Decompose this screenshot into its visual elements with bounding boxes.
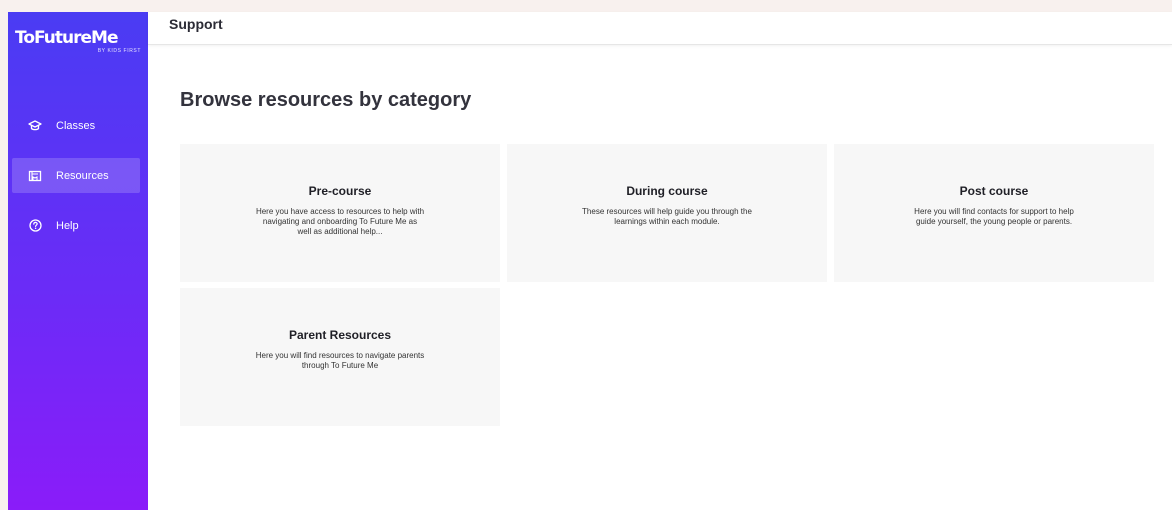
sidebar: ToFutureMe BY KIDS FIRST Classes Resourc… (8, 12, 148, 510)
brand-logo[interactable]: ToFutureMe BY KIDS FIRST (15, 28, 143, 54)
book-icon (28, 169, 42, 183)
category-card-during-course[interactable]: During course These resources will help … (507, 144, 827, 282)
card-title: Parent Resources (288, 328, 392, 342)
help-circle-icon (28, 219, 42, 233)
brand-tagline: BY KIDS FIRST (97, 48, 141, 54)
sidebar-item-label: Help (56, 219, 79, 232)
graduation-cap-icon (28, 119, 42, 133)
card-description: Here you have access to resources to hel… (255, 207, 425, 236)
brand-name: ToFutureMe (15, 28, 118, 48)
card-description: Here you will find resources to navigate… (255, 351, 425, 370)
card-title: Post course (959, 184, 1029, 198)
category-card-pre-course[interactable]: Pre-course Here you have access to resou… (180, 144, 500, 282)
page-title: Browse resources by category (180, 89, 472, 111)
card-description: Here you will find contacts for support … (914, 207, 1074, 226)
sidebar-item-resources[interactable]: Resources (12, 158, 140, 193)
sidebar-item-label: Resources (56, 169, 109, 182)
card-title: Pre-course (308, 184, 372, 198)
category-card-post-course[interactable]: Post course Here you will find contacts … (834, 144, 1154, 282)
card-title: During course (626, 184, 708, 198)
sidebar-item-label: Classes (56, 119, 96, 132)
top-bar: Support (148, 12, 1172, 45)
sidebar-item-help[interactable]: Help (12, 208, 140, 243)
main-content: Support Browse resources by category Pre… (148, 12, 1172, 510)
page-header-title: Support (169, 16, 223, 32)
sidebar-item-classes[interactable]: Classes (12, 108, 140, 143)
card-description: These resources will help guide you thro… (582, 207, 752, 226)
category-card-parent-resources[interactable]: Parent Resources Here you will find reso… (180, 288, 500, 426)
